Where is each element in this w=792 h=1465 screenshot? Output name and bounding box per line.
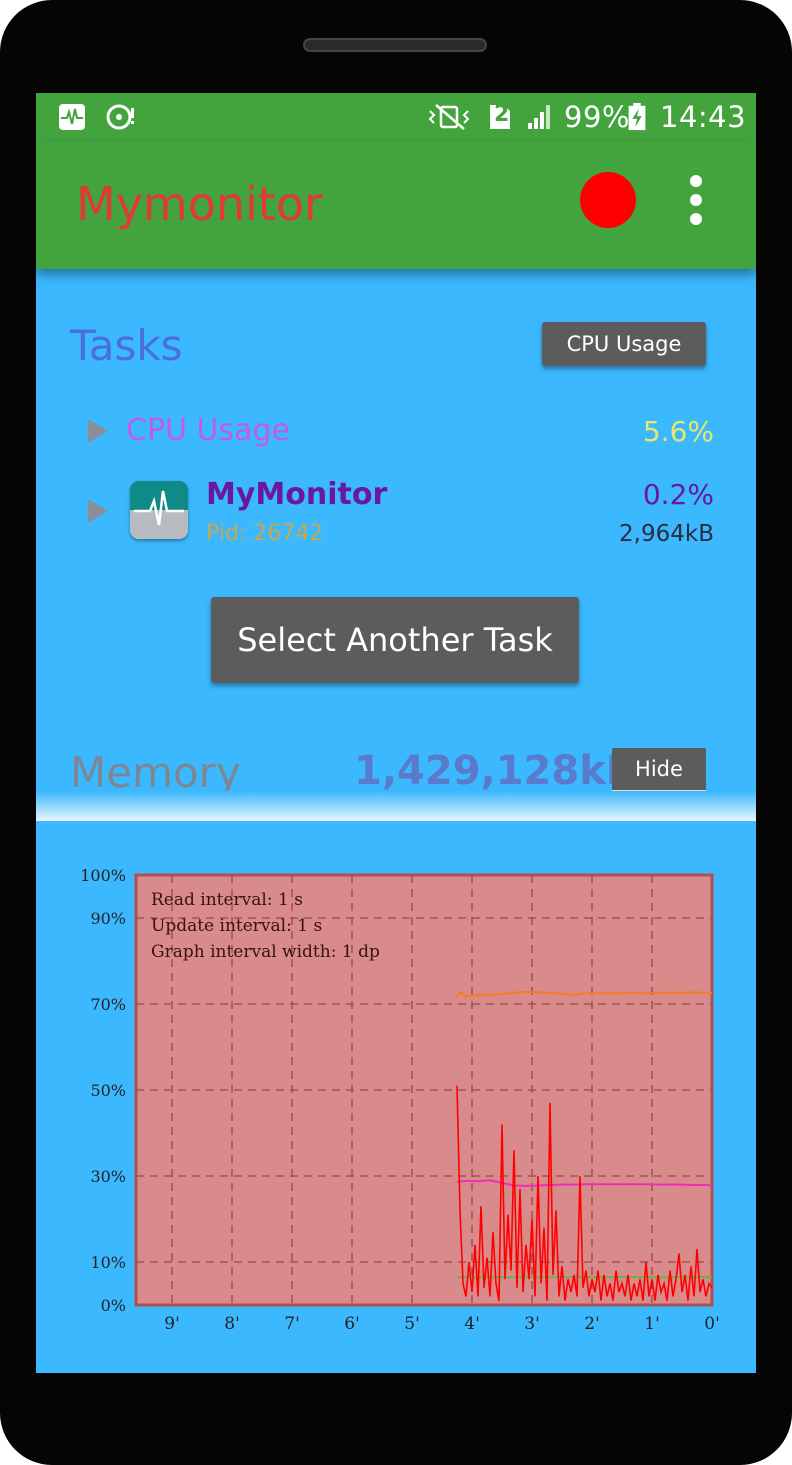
x-tick-label: 6' <box>344 1314 360 1334</box>
tasks-heading: Tasks <box>70 321 183 370</box>
phone-frame: 2 99% 14:43 Mymonitor Tasks CPU Usage CP… <box>0 0 792 1465</box>
y-tick-label: 10% <box>90 1253 126 1272</box>
memory-heading: Memory <box>70 748 241 797</box>
cpu-usage-value: 5.6% <box>642 415 714 448</box>
process-name: MyMonitor <box>206 477 388 512</box>
app-bar: Mymonitor <box>36 141 756 269</box>
process-cpu-value: 0.2% <box>642 478 714 511</box>
sim-slot-number: 2 <box>494 102 510 127</box>
y-tick-label: 70% <box>90 995 126 1014</box>
expand-cpu-icon[interactable] <box>88 419 108 443</box>
clock: 14:43 <box>660 100 747 134</box>
earpiece-speaker <box>303 38 487 52</box>
x-tick-label: 8' <box>224 1314 240 1334</box>
mymonitor-app-icon <box>130 481 188 539</box>
app-screen: 2 99% 14:43 Mymonitor Tasks CPU Usage CP… <box>36 93 756 1373</box>
cpu-usage-chart: 100% 90% 70% 50% 30% 10% 0% 9' 8' 7' 6' 5' 4' 3' 2' 1' 0… <box>80 866 720 1334</box>
status-bar: 2 99% 14:43 <box>36 93 756 141</box>
battery-charging-icon <box>628 103 646 131</box>
y-tick-label: 0% <box>101 1296 126 1315</box>
x-tick-label: 1' <box>644 1314 660 1334</box>
x-tick-label: 0' <box>704 1314 720 1334</box>
section-divider <box>36 791 756 821</box>
select-another-task-button[interactable]: Select Another Task <box>211 597 579 683</box>
disc-alert-icon <box>106 104 134 130</box>
overflow-menu-icon[interactable] <box>684 175 708 229</box>
chart-annotation: Read interval: 1 s <box>151 890 303 910</box>
chart-annotation: Update interval: 1 s <box>151 916 322 936</box>
app-title: Mymonitor <box>76 177 323 231</box>
signal-icon <box>528 105 550 129</box>
y-tick-label: 90% <box>90 909 126 928</box>
x-tick-label: 2' <box>584 1314 600 1334</box>
memory-value: 1,429,128kB <box>354 748 637 794</box>
y-tick-label: 30% <box>90 1167 126 1186</box>
cpu-usage-button[interactable]: CPU Usage <box>542 322 706 366</box>
x-tick-label: 3' <box>524 1314 540 1334</box>
process-pid: Pid: 26742 <box>206 521 324 546</box>
record-button[interactable] <box>580 172 636 228</box>
hide-button[interactable]: Hide <box>612 748 706 794</box>
y-tick-label: 50% <box>90 1081 126 1100</box>
cpu-usage-label: CPU Usage <box>126 413 291 448</box>
y-tick-label: 100% <box>80 866 126 885</box>
pulse-app-icon <box>59 104 85 130</box>
expand-process-icon[interactable] <box>88 499 108 523</box>
x-tick-label: 5' <box>404 1314 420 1334</box>
battery-percent: 99% <box>564 100 630 134</box>
x-tick-label: 9' <box>164 1314 180 1334</box>
chart-annotation: Graph interval width: 1 dp <box>151 942 380 962</box>
process-memory-value: 2,964kB <box>619 521 714 547</box>
x-tick-label: 4' <box>464 1314 480 1334</box>
x-tick-label: 7' <box>284 1314 300 1334</box>
vibrate-icon <box>428 104 470 130</box>
